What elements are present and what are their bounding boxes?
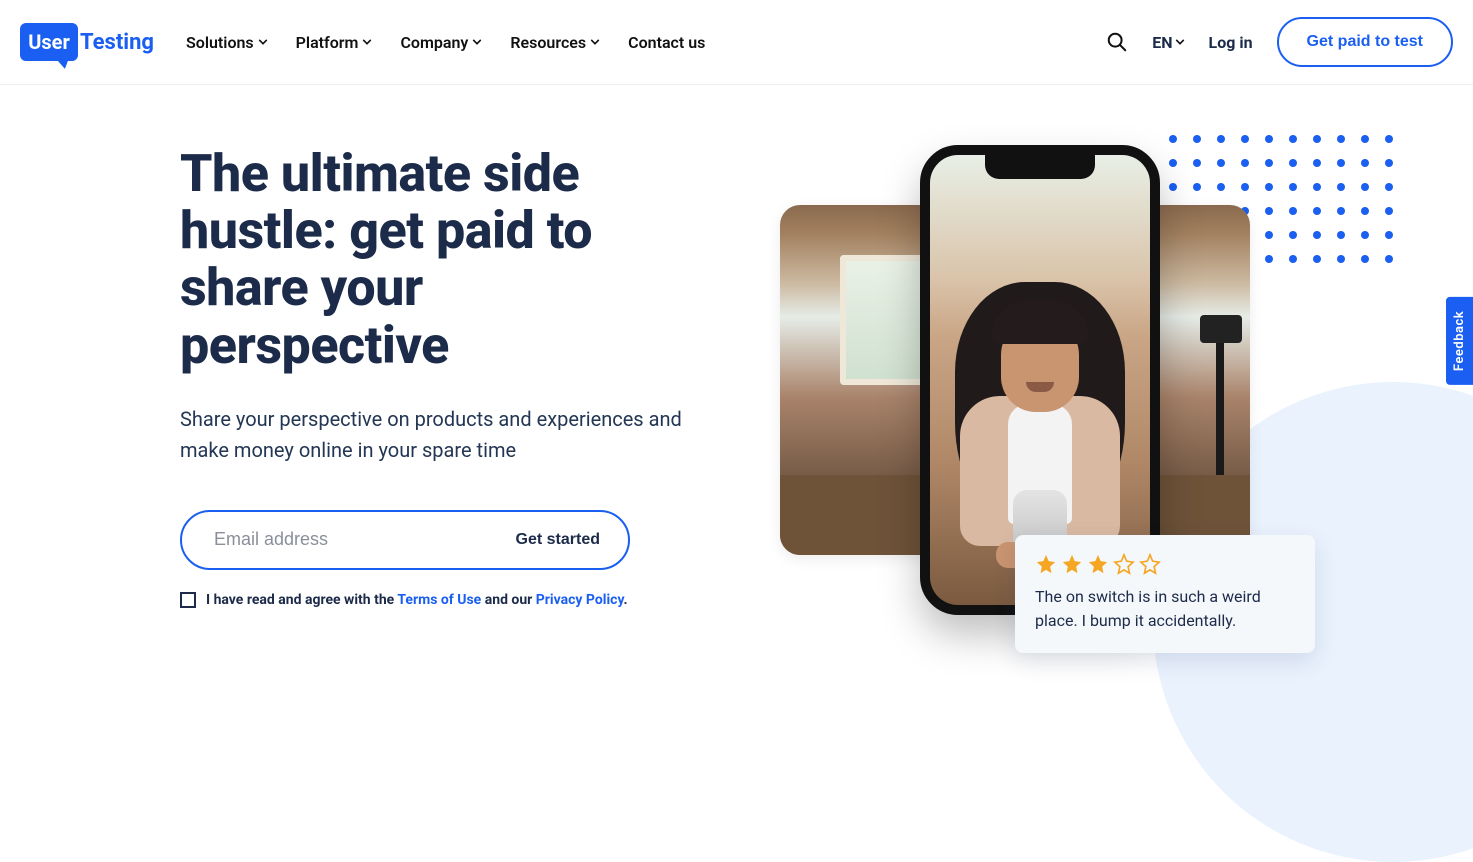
nav-label: Contact us xyxy=(628,33,705,52)
search-button[interactable] xyxy=(1106,31,1128,53)
person-illustration xyxy=(950,256,1130,576)
phone-notch-icon xyxy=(985,155,1095,179)
site-header: User Testing Solutions Platform Company … xyxy=(0,0,1473,85)
feedback-label: Feedback xyxy=(1452,311,1467,371)
main-nav: Solutions Platform Company Resources Con… xyxy=(186,33,705,52)
nav-label: Solutions xyxy=(186,33,254,52)
chevron-down-icon xyxy=(472,37,482,47)
star-filled-icon xyxy=(1035,553,1057,575)
email-input[interactable] xyxy=(214,529,516,550)
nav-platform[interactable]: Platform xyxy=(296,33,373,52)
terms-link[interactable]: Terms of Use xyxy=(397,592,481,608)
nav-contact[interactable]: Contact us xyxy=(628,33,705,52)
consent-row: I have read and agree with the Terms of … xyxy=(180,592,700,608)
logo-bubble-text: User xyxy=(28,30,70,54)
get-paid-button[interactable]: Get paid to test xyxy=(1277,17,1453,67)
chevron-down-icon xyxy=(1175,37,1185,47)
star-rating xyxy=(1035,553,1295,575)
consent-checkbox[interactable] xyxy=(180,592,196,608)
nav-company[interactable]: Company xyxy=(400,33,482,52)
star-empty-icon xyxy=(1139,553,1161,575)
nav-label: Platform xyxy=(296,33,359,52)
login-link[interactable]: Log in xyxy=(1209,33,1253,52)
hero-illustration: The on switch is in such a weird place. … xyxy=(780,145,1413,705)
header-right: EN Log in Get paid to test xyxy=(1106,17,1453,67)
hero-headline: The ultimate side hustle: get paid to sh… xyxy=(180,145,700,374)
search-icon xyxy=(1106,31,1128,53)
email-signup-pill: Get started xyxy=(180,510,630,570)
privacy-link[interactable]: Privacy Policy xyxy=(536,592,624,608)
consent-mid: and our xyxy=(481,592,536,608)
nav-label: Resources xyxy=(510,33,586,52)
get-started-button[interactable]: Get started xyxy=(516,531,600,549)
chevron-down-icon xyxy=(590,37,600,47)
hero-left: The ultimate side hustle: get paid to sh… xyxy=(180,145,700,608)
star-filled-icon xyxy=(1087,553,1109,575)
consent-prefix: I have read and agree with the xyxy=(206,592,397,608)
nav-resources[interactable]: Resources xyxy=(510,33,600,52)
logo[interactable]: User Testing xyxy=(20,23,154,61)
header-left: User Testing Solutions Platform Company … xyxy=(20,23,705,61)
hero-section: The ultimate side hustle: get paid to sh… xyxy=(0,85,1473,705)
review-text: The on switch is in such a weird place. … xyxy=(1035,585,1295,633)
star-empty-icon xyxy=(1113,553,1135,575)
language-selector[interactable]: EN xyxy=(1152,33,1184,52)
nav-solutions[interactable]: Solutions xyxy=(186,33,268,52)
logo-text: Testing xyxy=(80,30,154,55)
hero-subheadline: Share your perspective on products and e… xyxy=(180,404,700,466)
nav-label: Company xyxy=(400,33,468,52)
chevron-down-icon xyxy=(362,37,372,47)
feedback-tab[interactable]: Feedback xyxy=(1446,297,1473,385)
tripod-icon xyxy=(1180,335,1250,515)
review-card: The on switch is in such a weird place. … xyxy=(1015,535,1315,653)
chevron-down-icon xyxy=(258,37,268,47)
consent-suffix: . xyxy=(624,592,628,608)
language-label: EN xyxy=(1152,33,1172,52)
consent-text: I have read and agree with the Terms of … xyxy=(206,592,628,608)
logo-bubble-icon: User xyxy=(20,23,78,61)
star-filled-icon xyxy=(1061,553,1083,575)
